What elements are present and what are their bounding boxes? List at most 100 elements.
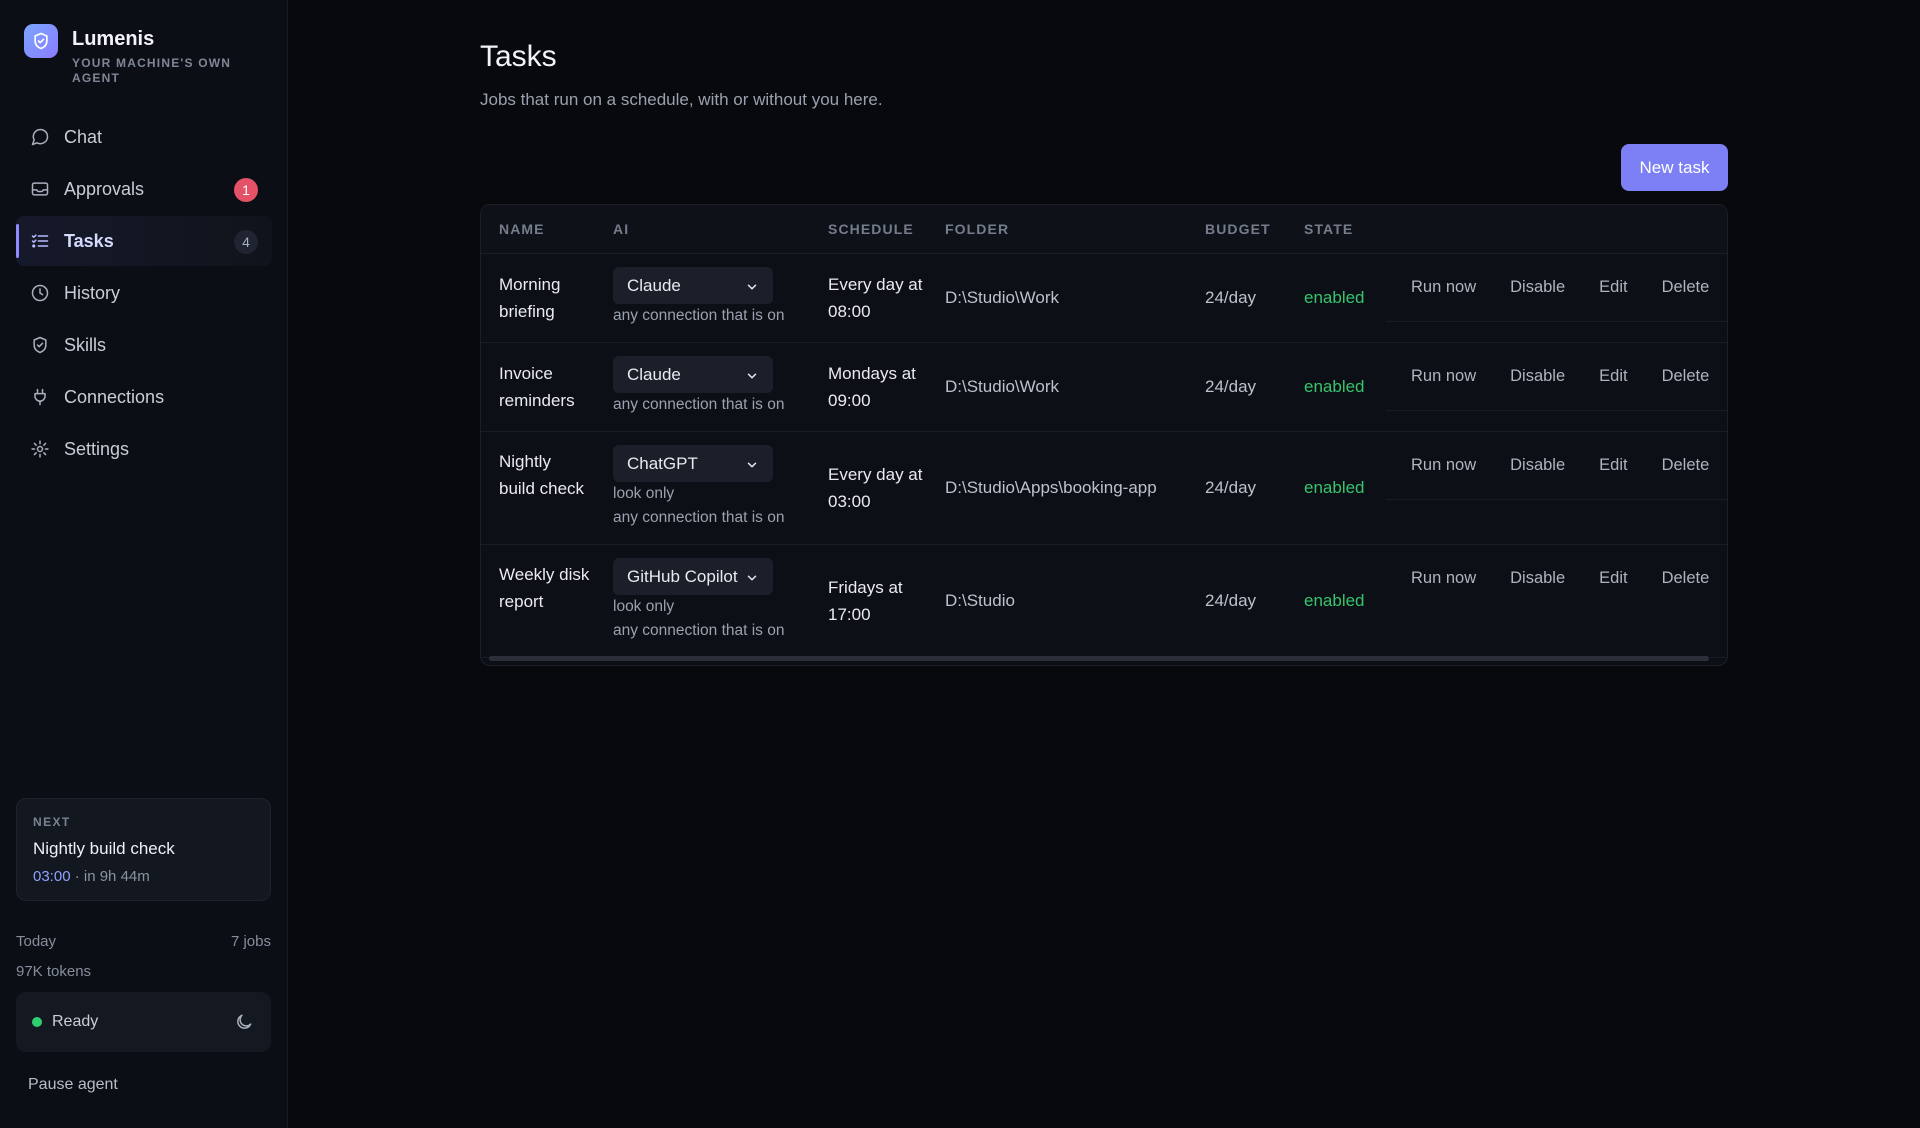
tasks-table: NAME AI SCHEDULE FOLDER BUDGET STATE Mor… (480, 204, 1728, 666)
sidebar-item-label: Tasks (64, 230, 114, 251)
row-actions: Run now Disable Edit Delete (1386, 569, 1727, 588)
run-now-button[interactable]: Run now (1411, 569, 1476, 588)
sidebar-item-label: Settings (64, 438, 130, 459)
approvals-count-badge: 1 (234, 178, 258, 202)
task-name: Morning briefing (499, 275, 561, 321)
list-icon (30, 231, 50, 251)
column-header-state: STATE (1304, 221, 1354, 237)
task-budget: 24/day (1205, 288, 1257, 307)
task-budget: 24/day (1205, 478, 1257, 497)
table-row: Morning briefing Claude any connection t… (481, 254, 1727, 343)
column-header-folder: FOLDER (945, 221, 1010, 237)
disable-button[interactable]: Disable (1510, 456, 1565, 475)
ai-select[interactable]: GitHub Copilot (613, 558, 773, 595)
row-actions: Run now Disable Edit Delete (1386, 456, 1727, 475)
next-label: NEXT (33, 815, 71, 829)
task-name: Nightly build check (499, 452, 585, 498)
task-folder: D:\Studio\Work (945, 288, 1060, 307)
actions-divider (1386, 321, 1727, 322)
edit-button[interactable]: Edit (1599, 569, 1627, 588)
delete-button[interactable]: Delete (1662, 456, 1710, 475)
page-title: Tasks (480, 40, 557, 73)
column-header-ai: AI (613, 221, 630, 237)
ai-select-value: GitHub Copilot (627, 566, 738, 586)
ai-notes: any connection that is on (613, 393, 784, 417)
actions-divider (1386, 410, 1727, 411)
sidebar-item-chat[interactable]: Chat (16, 112, 272, 162)
column-header-name: NAME (499, 221, 545, 237)
run-now-button[interactable]: Run now (1411, 367, 1476, 386)
disable-button[interactable]: Disable (1510, 367, 1565, 386)
chat-icon (30, 127, 50, 147)
sidebar-item-label: Approvals (64, 178, 145, 199)
sidebar-item-tasks[interactable]: Tasks 4 (16, 216, 272, 266)
ai-note: look only (613, 485, 675, 502)
row-actions: Run now Disable Edit Delete (1386, 278, 1727, 297)
plug-icon (30, 387, 50, 407)
table-row: Invoice reminders Claude any connection … (481, 343, 1727, 432)
next-time-value: 03:00 (33, 868, 71, 885)
task-budget: 24/day (1205, 591, 1257, 610)
task-schedule: Mondays at 09:00 (828, 364, 916, 410)
delete-button[interactable]: Delete (1662, 278, 1710, 297)
task-name: Weekly disk report (499, 565, 590, 611)
ai-select-value: Claude (627, 275, 681, 295)
task-folder: D:\Studio (945, 591, 1015, 610)
disable-button[interactable]: Disable (1510, 569, 1565, 588)
status-dot (32, 1017, 42, 1027)
edit-button[interactable]: Edit (1599, 278, 1627, 297)
column-header-budget: BUDGET (1205, 221, 1271, 237)
sidebar-item-label: History (64, 282, 121, 303)
run-now-button[interactable]: Run now (1411, 278, 1476, 297)
row-actions: Run now Disable Edit Delete (1386, 367, 1727, 386)
delete-button[interactable]: Delete (1662, 569, 1710, 588)
ai-select[interactable]: ChatGPT (613, 445, 773, 482)
edit-button[interactable]: Edit (1599, 367, 1627, 386)
chevron-down-icon (745, 279, 759, 293)
sidebar-item-history[interactable]: History (16, 268, 272, 318)
brand-name: Lumenis (72, 28, 155, 50)
ai-note: look only (613, 598, 675, 615)
shield-icon (30, 335, 50, 355)
task-state: enabled (1304, 288, 1365, 307)
tokens-count: 97K tokens (16, 962, 92, 980)
moon-icon[interactable] (233, 1011, 255, 1033)
new-task-button[interactable]: New task (1621, 144, 1728, 191)
column-header-schedule: SCHEDULE (828, 221, 914, 237)
today-label: Today (16, 932, 57, 950)
task-schedule: Fridays at 17:00 (828, 578, 903, 624)
ai-note: any connection that is on (613, 509, 785, 526)
sidebar-nav: Chat Approvals 1 Tasks 4 History Skills … (16, 112, 272, 476)
task-state: enabled (1304, 478, 1365, 497)
usage-stats: Today 7 jobs 97K tokens (16, 926, 271, 986)
task-state: enabled (1304, 591, 1365, 610)
table-row: Nightly build check ChatGPT look only an… (481, 432, 1727, 545)
disable-button[interactable]: Disable (1510, 278, 1565, 297)
ai-select[interactable]: Claude (613, 356, 773, 393)
chevron-down-icon (745, 368, 759, 382)
sidebar-item-skills[interactable]: Skills (16, 320, 272, 370)
run-now-button[interactable]: Run now (1411, 456, 1476, 475)
delete-button[interactable]: Delete (1662, 367, 1710, 386)
task-budget: 24/day (1205, 377, 1257, 396)
sidebar: Lumenis YOUR MACHINE'S OWN AGENT Chat Ap… (0, 0, 288, 1128)
pause-agent-button[interactable]: Pause agent (28, 1076, 118, 1094)
next-task-card[interactable]: NEXT Nightly build check 03:00 · in 9h 4… (16, 798, 271, 901)
agent-status: Ready (16, 992, 271, 1052)
jobs-count: 7 jobs (230, 932, 271, 950)
ai-notes: any connection that is on (613, 304, 784, 328)
sidebar-item-connections[interactable]: Connections (16, 372, 272, 422)
sidebar-item-label: Chat (64, 126, 103, 147)
clock-icon (30, 283, 50, 303)
brand: Lumenis YOUR MACHINE'S OWN AGENT (24, 24, 242, 86)
sidebar-item-settings[interactable]: Settings (16, 424, 272, 474)
task-schedule: Every day at 03:00 (828, 465, 923, 511)
sidebar-item-approvals[interactable]: Approvals 1 (16, 164, 272, 214)
ai-note: any connection that is on (613, 622, 785, 639)
edit-button[interactable]: Edit (1599, 456, 1627, 475)
horizontal-scrollbar[interactable] (489, 656, 1709, 661)
task-state: enabled (1304, 377, 1365, 396)
chevron-down-icon (745, 457, 759, 471)
ai-select[interactable]: Claude (613, 267, 773, 304)
ai-note: any connection that is on (613, 307, 785, 324)
